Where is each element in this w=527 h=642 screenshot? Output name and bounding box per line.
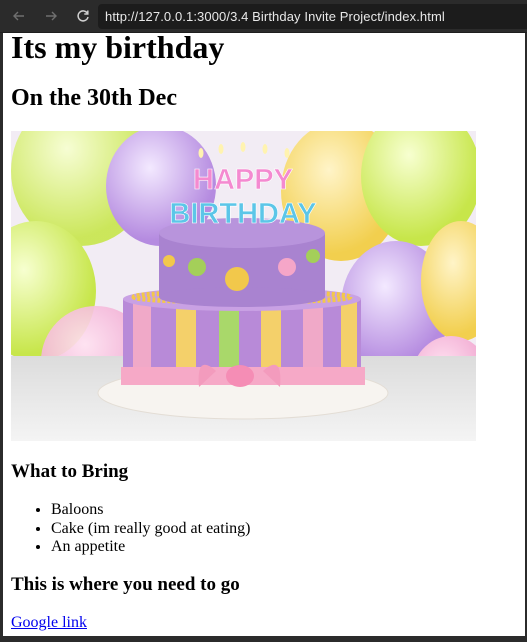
google-link[interactable]: Google link [11,614,87,632]
page-title: Its my birthday [11,29,225,65]
location-heading: This is where you need to go [11,574,240,595]
back-button[interactable] [8,5,30,27]
birthday-cake-image: HAPPY BIRTHDAY [11,131,476,441]
address-bar[interactable]: http://127.0.0.1:3000/3.4 Birthday Invit… [98,4,527,29]
reload-icon [77,10,89,22]
list-item: Baloons [51,501,250,520]
bring-list: Baloons Cake (im really good at eating) … [11,501,250,557]
bring-heading: What to Bring [11,461,129,482]
svg-text:HAPPY: HAPPY [193,164,293,196]
window-left-edge [0,33,3,642]
page-subtitle: On the 30th Dec [11,85,177,111]
arrow-left-icon [13,11,24,21]
reload-button[interactable] [72,5,94,27]
svg-text:BIRTHDAY: BIRTHDAY [169,198,316,230]
address-url: http://127.0.0.1:3000/3.4 Birthday Invit… [105,9,445,24]
list-item: An appetite [51,538,250,557]
forward-button[interactable] [40,5,62,27]
list-item: Cake (im really good at eating) [51,520,250,539]
window-bottom-edge [0,636,527,642]
arrow-right-icon [46,11,57,21]
